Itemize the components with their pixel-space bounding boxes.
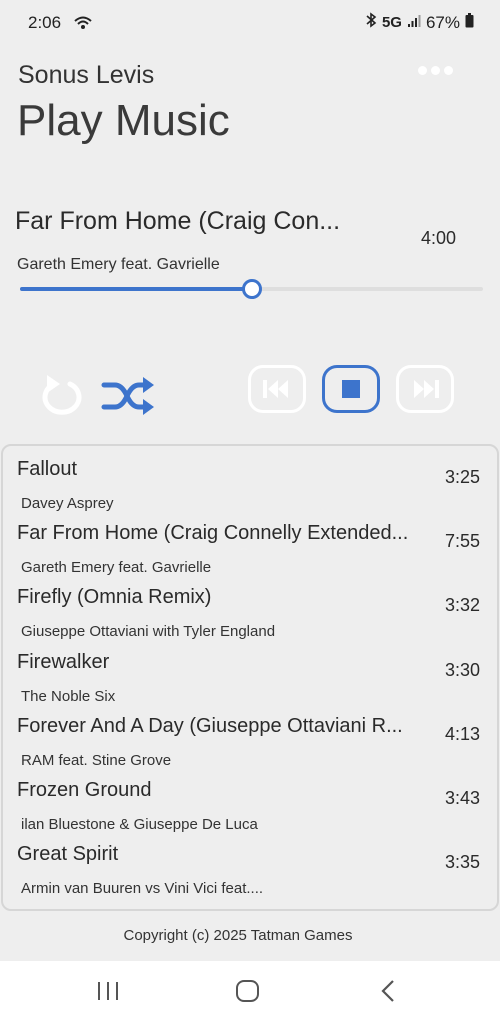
signal-icon [407, 13, 421, 33]
now-playing-duration: 4:00 [421, 228, 457, 248]
playlist[interactable]: Fallout Davey Asprey 3:25 Far From Home … [1, 444, 499, 911]
playlist-item[interactable]: Firefly (Omnia Remix) Giuseppe Ottaviani… [3, 586, 497, 650]
track-artist: RAM feat. Stine Grove [21, 752, 172, 769]
track-artist: ilan Bluestone & Giuseppe De Luca [21, 816, 258, 833]
track-title: Firefly (Omnia Remix) [17, 586, 212, 608]
wifi-icon [74, 15, 92, 35]
repeat-icon [34, 375, 90, 422]
track-title: Forever And A Day (Giuseppe Ottaviani R.… [17, 715, 403, 737]
track-duration: 7:55 [445, 531, 481, 551]
track-title: Firewalker [17, 651, 110, 673]
track-title: Frozen Ground [17, 779, 152, 801]
shuffle-icon [101, 377, 157, 420]
status-icons: 5G 67% [365, 12, 474, 33]
playlist-item[interactable]: Forever And A Day (Giuseppe Ottaviani R.… [3, 715, 497, 779]
previous-button[interactable] [248, 365, 306, 413]
track-title: Far From Home (Craig Connelly Extended..… [17, 522, 409, 544]
progress-fill [20, 287, 252, 291]
track-artist: Giuseppe Ottaviani with Tyler England [21, 623, 276, 640]
back-icon[interactable] [378, 979, 398, 1008]
network-type: 5G [381, 14, 402, 31]
track-title: Fallout [17, 458, 78, 480]
stop-button[interactable] [322, 365, 380, 413]
recents-icon[interactable] [96, 979, 120, 1008]
track-artist: The Noble Six [21, 688, 116, 705]
track-duration: 3:35 [445, 852, 481, 872]
status-time: 2:06 [28, 13, 62, 32]
track-artist: Armin van Buuren vs Vini Vici feat.... [21, 880, 264, 897]
repeat-button[interactable] [34, 374, 90, 418]
battery-icon [465, 12, 474, 33]
progress-slider[interactable] [20, 279, 483, 299]
playlist-item[interactable]: Great Spirit Armin van Buuren vs Vini Vi… [3, 843, 497, 907]
playlist-item[interactable]: Fallout Davey Asprey 3:25 [3, 458, 497, 522]
now-playing-title: Far From Home (Craig Con... [15, 207, 341, 235]
battery-percent: 67% [425, 12, 460, 32]
track-duration: 3:25 [445, 467, 481, 487]
home-icon[interactable] [235, 979, 261, 1008]
next-button[interactable] [396, 365, 454, 413]
copyright-text: Copyright (c) 2025 Tatman Games [123, 927, 353, 944]
page-title: Play Music [17, 96, 230, 145]
playlist-item[interactable]: Far From Home (Craig Connelly Extended..… [3, 522, 497, 586]
bluetooth-icon [365, 12, 377, 33]
shuffle-button[interactable] [101, 376, 157, 416]
track-duration: 3:43 [445, 788, 481, 808]
now-playing-artist: Gareth Emery feat. Gavrielle [17, 256, 220, 273]
track-duration: 3:30 [445, 660, 481, 680]
more-horizontal-icon[interactable] [418, 66, 454, 76]
track-artist: Davey Asprey [21, 495, 114, 512]
track-duration: 3:32 [445, 595, 481, 615]
app-name: Sonus Levis [18, 61, 155, 89]
playlist-item[interactable]: Frozen Ground ilan Bluestone & Giuseppe … [3, 779, 497, 843]
progress-thumb[interactable] [241, 279, 262, 299]
system-nav-bar [0, 961, 500, 1024]
track-duration: 4:13 [445, 724, 481, 744]
playlist-item[interactable]: Firewalker The Noble Six 3:30 [3, 651, 497, 715]
track-artist: Gareth Emery feat. Gavrielle [21, 559, 212, 576]
status-bar: 2:06 5G 67% [0, 0, 500, 44]
track-title: Great Spirit [17, 843, 119, 865]
